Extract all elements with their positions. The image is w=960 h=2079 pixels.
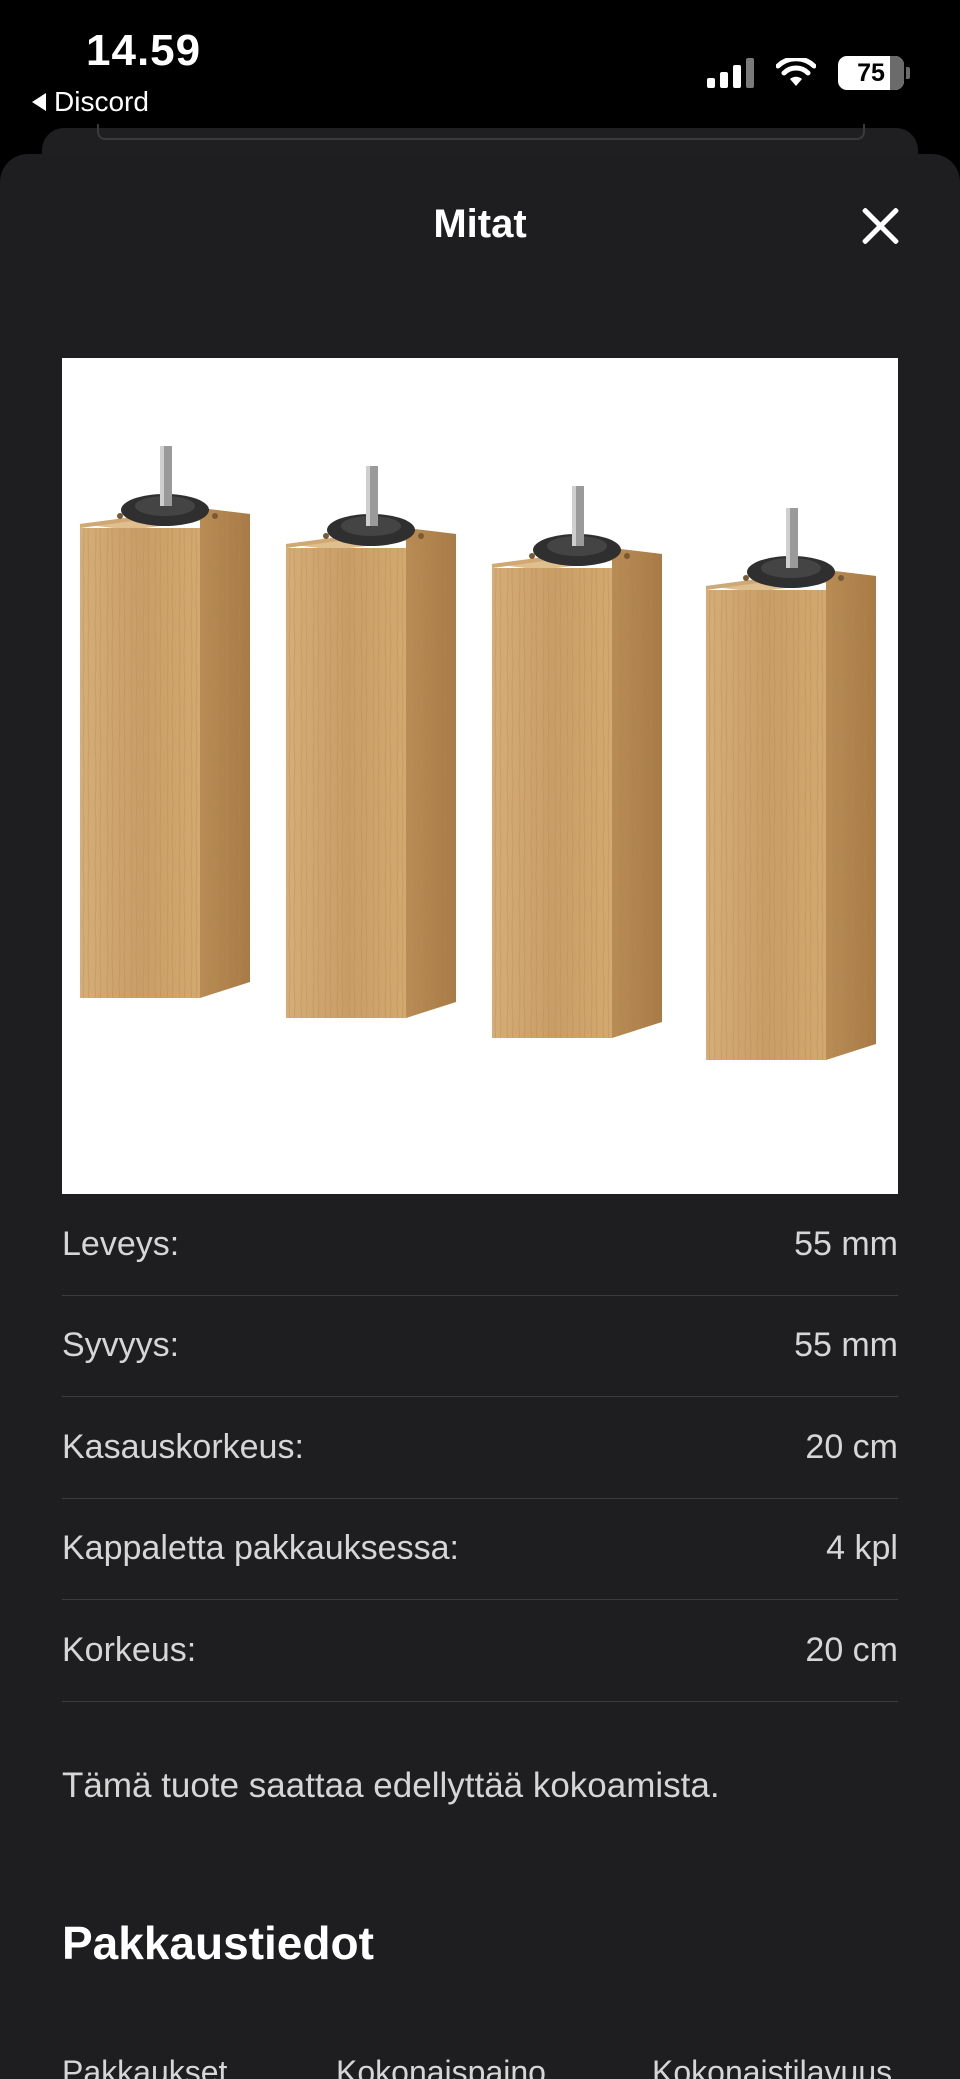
dimension-label: Kappaletta pakkauksessa: (62, 1529, 459, 1568)
sheet-title: Mitat (433, 202, 527, 246)
dimension-value: 20 cm (805, 1630, 898, 1669)
dimension-value: 55 mm (794, 1326, 898, 1365)
status-icons: 75 (707, 56, 910, 90)
dimension-value: 55 mm (794, 1224, 898, 1263)
dimension-label: Korkeus: (62, 1630, 197, 1669)
assembly-note: Tämä tuote saattaa edellyttää kokoamista… (62, 1766, 720, 1805)
battery-level: 75 (857, 58, 885, 87)
status-time: 14.59 (86, 26, 202, 75)
dimension-label: Kasauskorkeus: (62, 1427, 304, 1466)
status-bar: 14.59 Discord 75 (0, 0, 960, 130)
dimension-row-pieces: Kappaletta pakkauksessa: 4 kpl (62, 1499, 898, 1600)
back-arrow-icon (32, 93, 46, 111)
dimensions-sheet: Mitat Leveys: 55 mm Syvyys: 55 mm Kasaus… (0, 154, 960, 2079)
dimension-label: Syvyys: (62, 1326, 180, 1365)
cellular-signal-icon (707, 58, 754, 88)
column-header-total-volume: Kokonaistilavuus (652, 2054, 893, 2079)
package-table-header: Pakkaukset Kokonaispaino Kokonaistilavuu… (62, 2054, 898, 2079)
dimension-row-depth: Syvyys: 55 mm (62, 1296, 898, 1397)
dimension-value: 4 kpl (826, 1529, 898, 1568)
sheet-header: Mitat (0, 154, 960, 304)
furniture-legs-image (80, 446, 876, 1060)
close-icon[interactable] (858, 204, 902, 248)
dimensions-list: Leveys: 55 mm Syvyys: 55 mm Kasauskorkeu… (62, 1194, 898, 1702)
dimension-row-height: Korkeus: 20 cm (62, 1600, 898, 1702)
column-header-total-weight: Kokonaispaino (336, 2054, 546, 2079)
back-to-app-button[interactable]: Discord (32, 86, 149, 118)
dimension-value: 20 cm (805, 1427, 898, 1466)
dimension-label: Leveys: (62, 1224, 180, 1263)
dimension-row-stack-height: Kasauskorkeus: 20 cm (62, 1397, 898, 1499)
dimension-row-width: Leveys: 55 mm (62, 1194, 898, 1296)
column-header-packages: Pakkaukset (62, 2054, 228, 2079)
wifi-icon (776, 58, 816, 86)
battery-icon: 75 (838, 56, 910, 90)
package-section-title: Pakkaustiedot (62, 1917, 374, 1969)
product-image (62, 358, 898, 1194)
back-app-label: Discord (54, 86, 149, 117)
